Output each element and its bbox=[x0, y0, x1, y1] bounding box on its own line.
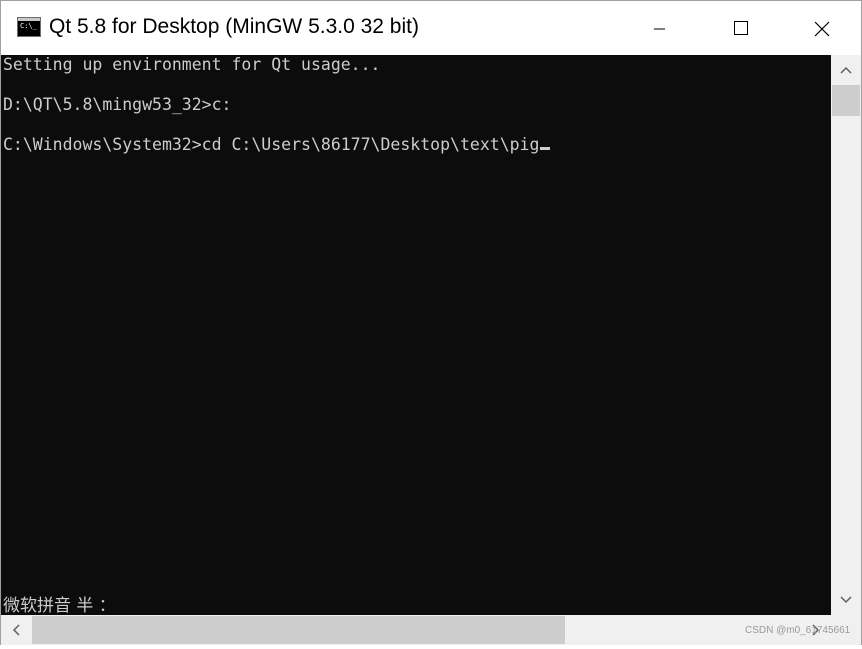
horizontal-scroll-thumb[interactable] bbox=[32, 616, 565, 644]
console-icon[interactable] bbox=[17, 17, 41, 37]
chevron-up-icon bbox=[840, 66, 852, 74]
maximize-icon bbox=[734, 21, 748, 35]
maximize-button[interactable] bbox=[718, 1, 764, 55]
console-line: Setting up environment for Qt usage... bbox=[3, 55, 381, 74]
window-title: Qt 5.8 for Desktop (MinGW 5.3.0 32 bit) bbox=[49, 15, 419, 38]
console-input-line[interactable]: C:\Windows\System32>cd C:\Users\86177\De… bbox=[3, 135, 551, 155]
console-window: Qt 5.8 for Desktop (MinGW 5.3.0 32 bit) … bbox=[0, 0, 862, 645]
minimize-button[interactable] bbox=[637, 1, 683, 55]
vertical-scroll-thumb[interactable] bbox=[832, 85, 860, 116]
horizontal-scrollbar[interactable] bbox=[1, 615, 831, 645]
scroll-up-button[interactable] bbox=[831, 55, 861, 85]
title-bar[interactable]: Qt 5.8 for Desktop (MinGW 5.3.0 32 bit) bbox=[1, 1, 861, 55]
close-icon bbox=[814, 21, 830, 37]
minimize-icon bbox=[654, 28, 665, 30]
console-output[interactable]: Setting up environment for Qt usage... D… bbox=[1, 55, 831, 615]
text-cursor bbox=[540, 147, 551, 150]
scroll-left-button[interactable] bbox=[1, 615, 31, 645]
ime-status: 微软拼音 半 ： bbox=[3, 596, 116, 615]
chevron-down-icon bbox=[840, 596, 852, 604]
close-button[interactable] bbox=[799, 1, 845, 55]
watermark: CSDN @m0_61745661 bbox=[745, 625, 851, 636]
console-line: D:\QT\5.8\mingw53_32>c: bbox=[3, 95, 232, 114]
chevron-left-icon bbox=[12, 624, 20, 636]
vertical-scrollbar[interactable] bbox=[831, 55, 861, 615]
scroll-down-button[interactable] bbox=[831, 585, 861, 615]
command-text: C:\Windows\System32>cd C:\Users\86177\De… bbox=[3, 135, 540, 154]
